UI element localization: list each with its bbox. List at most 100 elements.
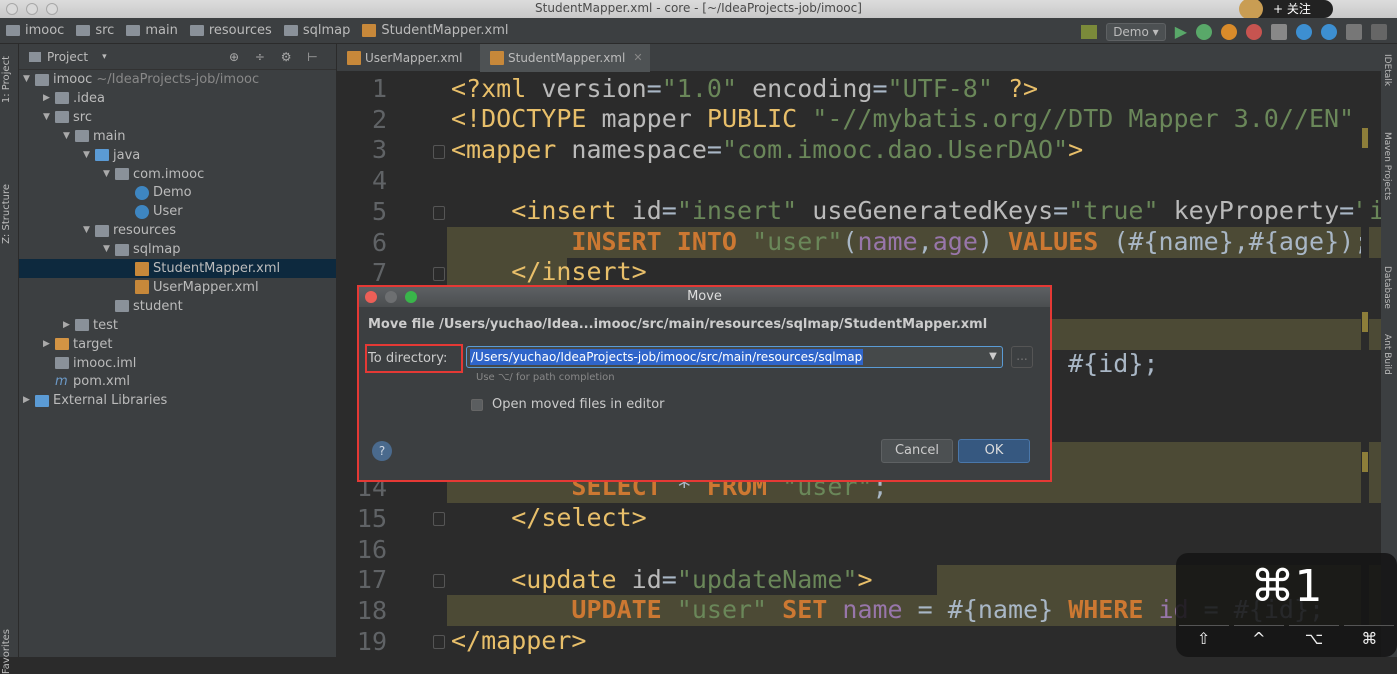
tree-item[interactable]: student [19, 297, 183, 316]
follow-label: + 关注 [1273, 2, 1311, 16]
project-view-icon [29, 51, 41, 62]
settings-icon[interactable] [1346, 23, 1362, 40]
project-panel-title[interactable]: Project [47, 50, 88, 64]
fold-marker-icon[interactable] [433, 145, 445, 159]
folder-icon [75, 130, 89, 143]
tree-item[interactable]: ▼ resources [19, 221, 176, 240]
chevron-down-icon[interactable]: ▼ [103, 240, 115, 259]
folder-icon [115, 168, 129, 180]
minimize-window-icon[interactable] [26, 3, 38, 15]
chevron-down-icon[interactable]: ▾ [102, 52, 107, 62]
tree-item[interactable]: UserMapper.xml [19, 278, 259, 297]
breadcrumb-main[interactable]: main [126, 23, 178, 38]
tree-item[interactable]: ▼ com.imooc [19, 165, 204, 184]
code-line-5: <insert id="insert" useGeneratedKeys="tr… [511, 196, 1381, 225]
tab-project[interactable]: 1: Project [1, 56, 12, 103]
vcs-icon[interactable] [1296, 23, 1312, 40]
zoom-dialog-icon[interactable] [405, 291, 417, 303]
fold-marker-icon[interactable] [433, 267, 445, 281]
tab-favorites[interactable]: Favorites [1, 629, 12, 674]
tree-item-path: ~/IdeaProjects-job/imooc [96, 72, 260, 87]
cancel-button[interactable]: Cancel [881, 439, 953, 463]
ok-button[interactable]: OK [958, 439, 1030, 463]
layout-icon[interactable] [1371, 23, 1387, 40]
chevron-down-icon[interactable]: ▼ [83, 146, 95, 165]
tab-student-mapper[interactable]: StudentMapper.xml ✕ [480, 44, 650, 72]
option-key-icon: ⌥ [1289, 625, 1340, 651]
to-directory-input[interactable]: /Users/yuchao/IdeaProjects-job/imooc/src… [466, 346, 1003, 368]
tree-item[interactable]: ▼ java [19, 146, 140, 165]
breadcrumb-label: StudentMapper.xml [381, 23, 509, 38]
fold-marker-icon[interactable] [433, 512, 445, 526]
tree-item[interactable]: User [19, 202, 183, 221]
fold-marker-icon[interactable] [433, 635, 445, 649]
chevron-down-icon[interactable]: ▼ [103, 165, 115, 184]
tree-item[interactable]: m pom.xml [19, 372, 130, 391]
line-number: 16 [356, 534, 387, 564]
tree-item[interactable]: StudentMapper.xml [19, 259, 336, 278]
browse-button[interactable]: ... [1011, 346, 1033, 368]
minimize-dialog-icon [385, 291, 397, 303]
close-dialog-icon[interactable] [365, 291, 377, 303]
close-icon[interactable]: ✕ [633, 44, 642, 72]
chevron-right-icon[interactable]: ▶ [23, 391, 35, 410]
tree-item[interactable]: ▼ sqlmap [19, 240, 181, 259]
open-in-editor-checkbox[interactable] [471, 399, 483, 411]
coverage-icon[interactable] [1221, 23, 1237, 40]
breadcrumb-sqlmap[interactable]: sqlmap [283, 23, 350, 38]
run-config-label: Demo [1113, 24, 1149, 39]
tab-structure[interactable]: Z: Structure [1, 184, 12, 244]
avatar [1239, 0, 1263, 20]
fold-marker-icon[interactable] [433, 206, 445, 220]
xml-icon [135, 261, 149, 276]
chevron-right-icon[interactable]: ▶ [43, 335, 55, 354]
folder-icon [55, 92, 69, 105]
close-window-icon[interactable] [6, 3, 18, 15]
tab-user-mapper[interactable]: UserMapper.xml [337, 44, 477, 72]
breadcrumb-src[interactable]: src [76, 23, 114, 38]
folder-icon [126, 25, 141, 36]
breadcrumb-resources[interactable]: resources [189, 23, 272, 38]
class-icon [135, 185, 149, 200]
tree-item[interactable]: ▶ .idea [19, 89, 105, 108]
stop-icon[interactable] [1246, 23, 1262, 40]
help-button[interactable]: ? [372, 441, 392, 461]
tab-idetalk[interactable]: IDEtalk [1382, 54, 1392, 86]
project-structure-icon[interactable] [1271, 23, 1287, 40]
tree-item[interactable]: ▶ test [19, 316, 118, 335]
tree-item[interactable]: ▶ target [19, 335, 113, 354]
chevron-right-icon[interactable]: ▶ [63, 316, 75, 335]
run-config-select[interactable]: Demo ▾ [1106, 22, 1166, 41]
tree-item[interactable]: ▶ External Libraries [19, 391, 167, 410]
breadcrumb-imooc[interactable]: imooc [6, 23, 64, 38]
chevron-down-icon[interactable]: ▼ [43, 108, 55, 127]
search-everywhere-icon[interactable] [1321, 23, 1337, 40]
chevron-down-icon[interactable]: ▼ [986, 349, 1000, 365]
debug-icon[interactable] [1196, 23, 1212, 40]
tree-item[interactable]: imooc.iml [19, 354, 136, 373]
tree-item[interactable]: ▼ src [19, 108, 92, 127]
tree-item[interactable]: ▼ main [19, 127, 125, 146]
chevron-down-icon[interactable]: ▼ [23, 70, 35, 89]
shortcut-keys: ⌘1 [1250, 561, 1323, 612]
tab-maven-projects[interactable]: Maven Projects [1382, 132, 1392, 200]
fold-marker-icon[interactable] [433, 574, 445, 588]
run-icon[interactable]: ▶ [1175, 22, 1187, 41]
file-icon [55, 357, 69, 369]
tree-item[interactable]: ▼ imooc ~/IdeaProjects-job/imooc [19, 70, 259, 89]
xml-icon [135, 280, 149, 295]
tab-ant-build[interactable]: Ant Build [1382, 334, 1392, 375]
chevron-right-icon[interactable]: ▶ [43, 89, 55, 108]
breadcrumb-file[interactable]: StudentMapper.xml [362, 23, 508, 38]
chevron-down-icon[interactable]: ▼ [63, 127, 75, 146]
tab-database[interactable]: Database [1382, 266, 1392, 309]
left-tool-strip: 1: Project Z: Structure Favorites [0, 44, 19, 674]
zoom-window-icon[interactable] [46, 3, 58, 15]
breadcrumb-label: main [145, 23, 178, 38]
open-in-editor-label[interactable]: Open moved files in editor [492, 397, 665, 412]
build-icon[interactable] [1081, 24, 1098, 39]
chevron-down-icon[interactable]: ▼ [83, 221, 95, 240]
panel-actions[interactable]: ⊕ ÷ ⚙ ⊢ [229, 50, 324, 64]
follow-button[interactable]: + 关注 [1239, 0, 1333, 20]
tree-item[interactable]: Demo [19, 183, 192, 202]
